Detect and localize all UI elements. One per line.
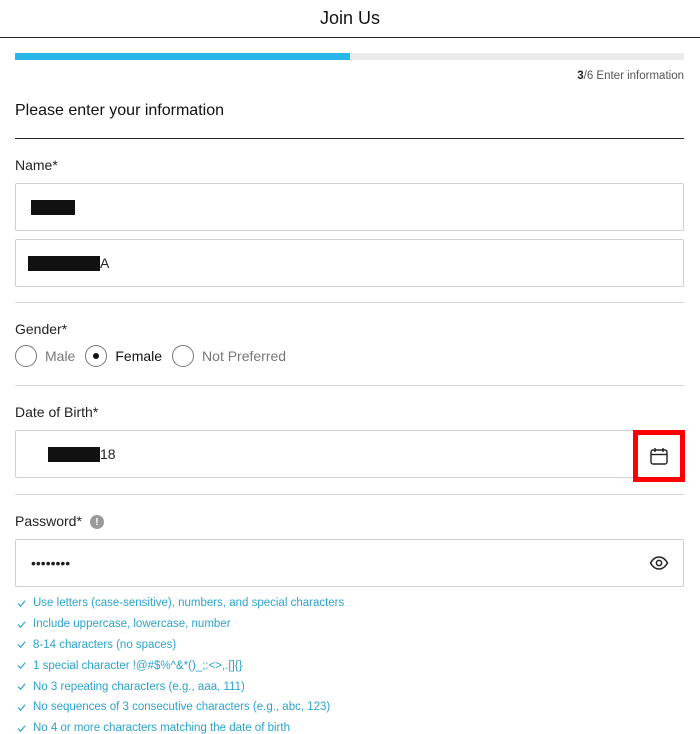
step-total: /6 (583, 70, 594, 82)
password-rule-text: No sequences of 3 consecutive characters… (33, 701, 331, 714)
check-icon (17, 600, 26, 607)
radio-label-male: Male (45, 348, 76, 364)
password-label: Password* (15, 513, 82, 529)
check-icon (17, 662, 26, 670)
password-rule: Use letters (case-sensitive), numbers, a… (17, 593, 344, 614)
first-name-input[interactable] (15, 183, 684, 231)
password-rule: No 3 repeating characters (e.g., aaa, 11… (17, 676, 344, 697)
redacted-value (48, 446, 100, 462)
check-icon (17, 641, 26, 649)
calendar-icon (650, 448, 668, 465)
radio-male[interactable] (15, 345, 37, 367)
progress-bar (15, 53, 684, 60)
password-rule: No 4 or more characters matching the dat… (17, 718, 344, 734)
name-label: Name* (15, 157, 58, 173)
eye-icon (649, 556, 669, 570)
password-label-row: Password*! (15, 513, 104, 530)
toggle-password-button[interactable] (649, 553, 669, 576)
radio-not-preferred[interactable] (172, 345, 195, 367)
password-rule: No sequences of 3 consecutive characters… (17, 697, 344, 718)
password-rule-text: Use letters (case-sensitive), numbers, a… (33, 597, 345, 610)
page-title: Join Us (319, 8, 381, 28)
password-rules: Use letters (case-sensitive), numbers, a… (17, 593, 344, 734)
password-input[interactable]: •••••••• (15, 539, 684, 587)
gender-option-not-preferred[interactable]: Not Preferred (172, 345, 286, 367)
divider (15, 494, 684, 495)
calendar-button[interactable] (633, 430, 685, 482)
gender-option-male[interactable]: Male (15, 345, 75, 367)
info-icon[interactable]: ! (89, 515, 104, 530)
password-rule-text: Include uppercase, lowercase, number (33, 618, 231, 631)
redacted-value (28, 255, 100, 271)
gender-radio-group: Male Female Not Preferred (15, 345, 296, 367)
step-indicator: 3/6 Enter information (577, 70, 684, 82)
step-caption: Enter information (596, 70, 684, 82)
password-rule-text: 8-14 characters (no spaces) (33, 638, 177, 651)
check-icon (17, 725, 26, 732)
last-name-value: A (100, 255, 110, 271)
password-rule: 8-14 characters (no spaces) (17, 635, 344, 656)
redacted-value (31, 199, 75, 215)
gender-option-female[interactable]: Female (85, 345, 162, 367)
gender-label: Gender* (15, 321, 68, 337)
dob-input[interactable]: 18 (15, 430, 635, 478)
check-icon (17, 621, 26, 628)
last-name-input[interactable]: A (15, 239, 684, 287)
section-title: Please enter your information (15, 102, 224, 119)
password-rule: Include uppercase, lowercase, number (17, 614, 344, 635)
section-divider (15, 138, 684, 139)
password-value: •••••••• (31, 555, 71, 571)
divider (15, 302, 684, 303)
check-icon (17, 683, 26, 691)
check-icon (17, 704, 26, 711)
password-rule: 1 special character !@#$%^&*()_;:<>,.[]{… (17, 655, 344, 676)
page-header: Join Us (0, 0, 700, 38)
dob-value: 18 (100, 446, 116, 462)
password-rule-text: No 3 repeating characters (e.g., aaa, 11… (33, 680, 245, 693)
dob-label: Date of Birth* (15, 404, 99, 420)
progress-fill (15, 53, 350, 60)
password-rule-text: 1 special character !@#$%^&*()_;:<>,.[]{… (33, 659, 243, 672)
divider (15, 385, 684, 386)
radio-label-not-preferred: Not Preferred (202, 348, 287, 364)
radio-female[interactable] (85, 345, 108, 367)
password-rule-text: No 4 or more characters matching the dat… (33, 722, 290, 734)
radio-label-female: Female (115, 348, 163, 364)
